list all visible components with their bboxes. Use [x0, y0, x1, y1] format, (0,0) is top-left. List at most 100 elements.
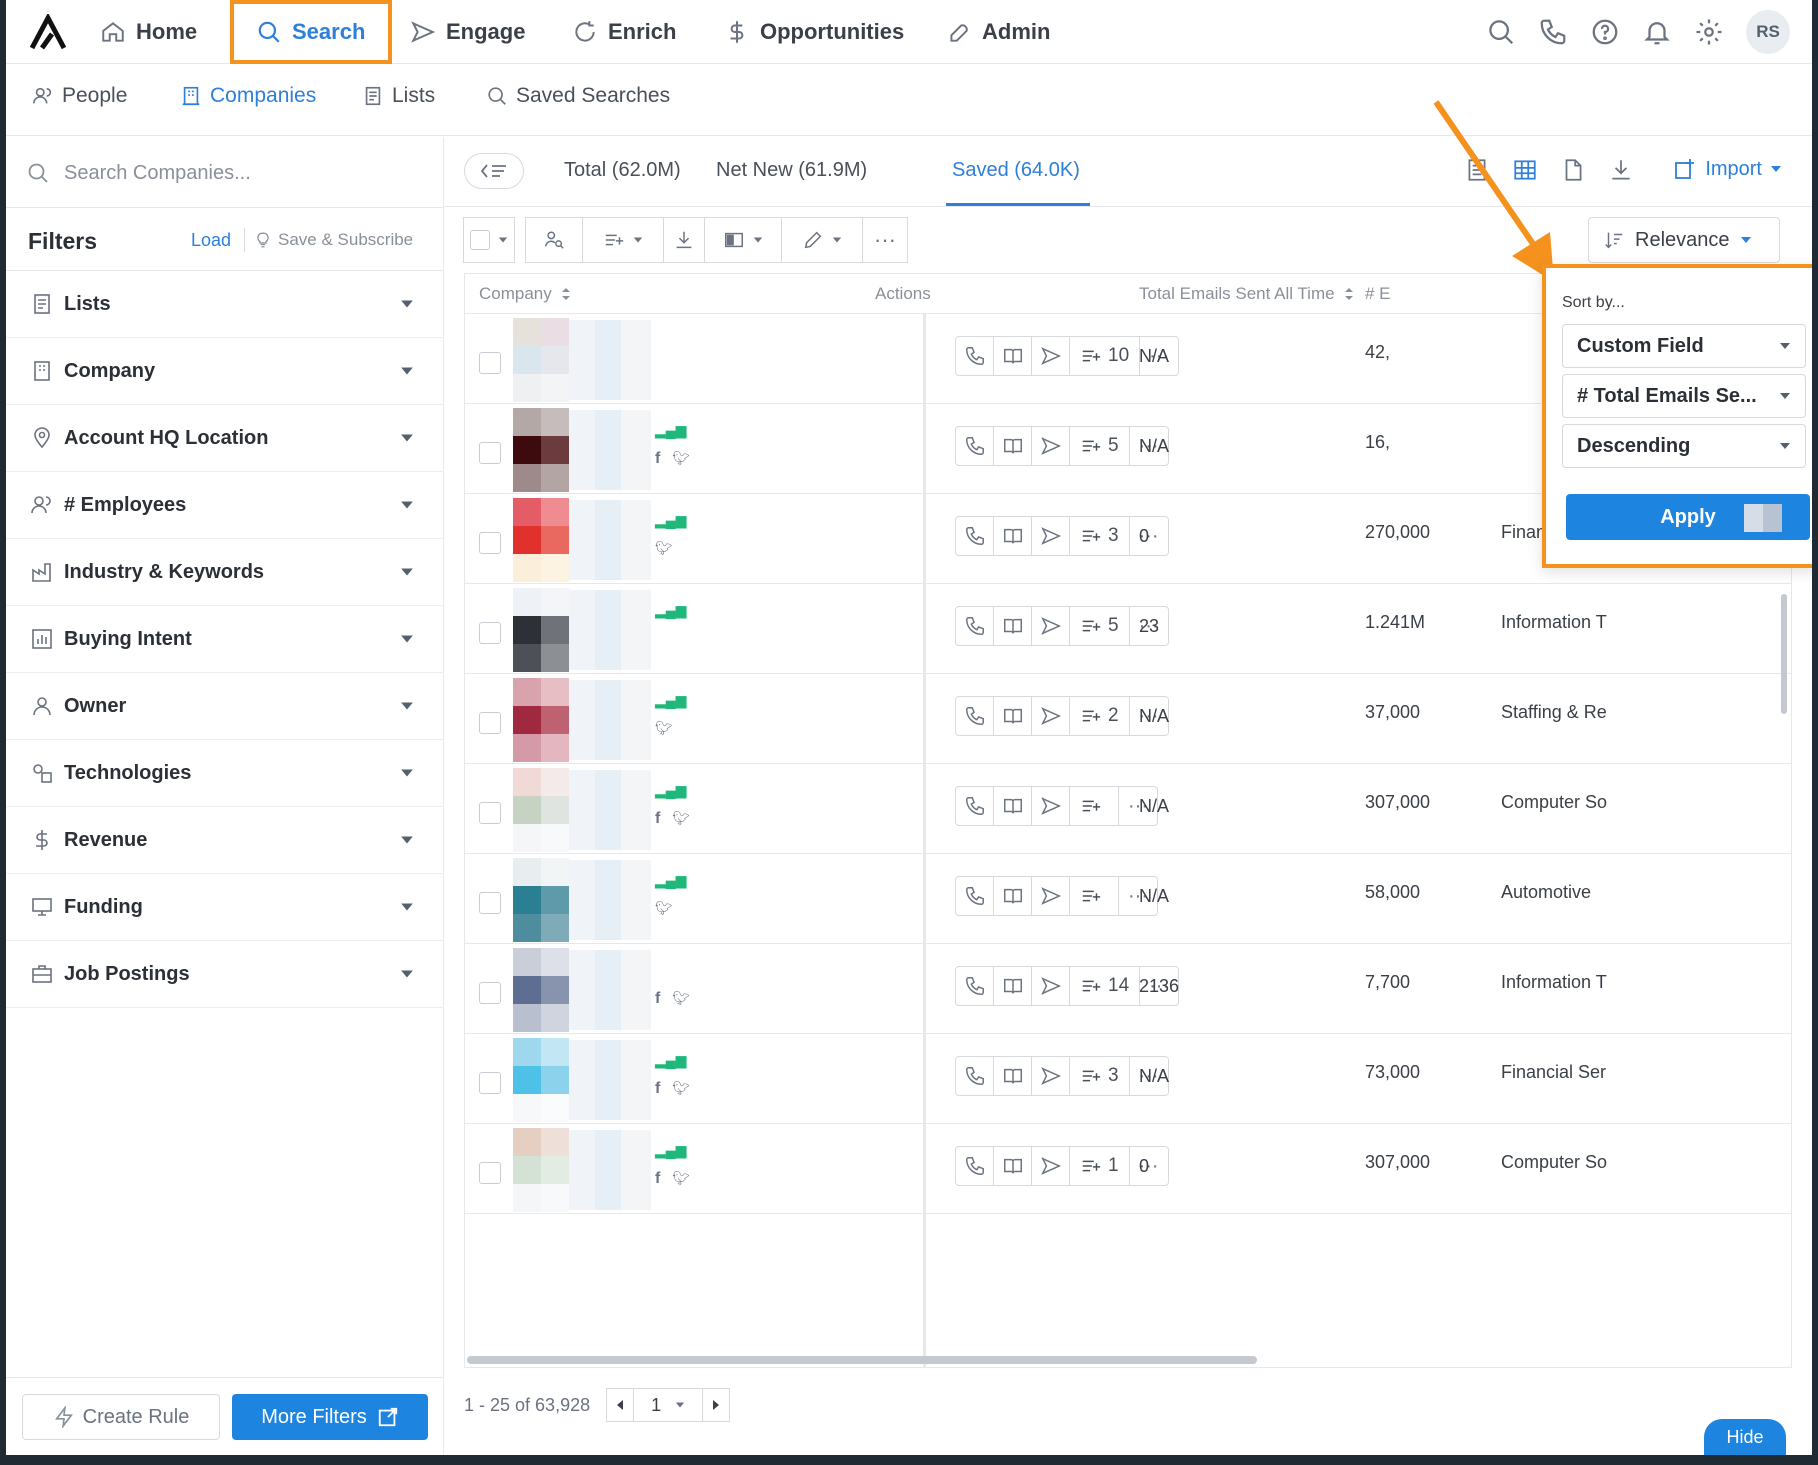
nav-enrich[interactable]: Enrich — [572, 12, 676, 52]
phone-button[interactable] — [956, 337, 994, 375]
sequence-button[interactable]: 14 — [1070, 967, 1141, 1005]
filter-technologies[interactable]: Technologies — [6, 740, 444, 807]
book-button[interactable] — [994, 1147, 1032, 1185]
row-checkbox[interactable] — [479, 712, 501, 734]
book-button[interactable] — [994, 697, 1032, 735]
row-checkbox[interactable] — [479, 352, 501, 374]
phone-button[interactable] — [956, 967, 994, 1005]
load-link[interactable]: Load — [191, 230, 231, 251]
sort-field-type-select[interactable]: Custom Field — [1562, 324, 1806, 368]
row-checkbox[interactable] — [479, 532, 501, 554]
filter-job-postings[interactable]: Job Postings — [6, 941, 444, 1008]
sort-relevance-button[interactable]: Relevance — [1588, 217, 1780, 263]
nav-opportunities[interactable]: Opportunities — [724, 12, 904, 52]
book-button[interactable] — [994, 787, 1032, 825]
vertical-scrollbar[interactable] — [1781, 594, 1787, 714]
edit-dropdown[interactable] — [781, 217, 863, 263]
phone-button[interactable] — [956, 877, 994, 915]
filter-employees[interactable]: # Employees — [6, 472, 444, 539]
facebook-icon[interactable]: f — [655, 450, 660, 468]
subnav-companies[interactable]: Companies — [180, 84, 316, 108]
sequence-button[interactable]: 3 — [1070, 517, 1130, 555]
search-icon[interactable] — [1486, 17, 1516, 47]
book-button[interactable] — [994, 337, 1032, 375]
tab-saved[interactable]: Saved (64.0K) — [952, 159, 1080, 182]
send-button[interactable] — [1032, 787, 1070, 825]
send-button[interactable] — [1032, 967, 1070, 1005]
import-button[interactable]: Import — [1673, 157, 1782, 181]
nav-engage[interactable]: Engage — [410, 12, 525, 52]
book-button[interactable] — [994, 1057, 1032, 1095]
row-checkbox[interactable] — [479, 892, 501, 914]
create-rule-button[interactable]: Create Rule — [22, 1394, 220, 1440]
more-actions-button[interactable]: ··· — [862, 217, 908, 263]
row-checkbox[interactable] — [479, 442, 501, 464]
phone-button[interactable] — [956, 1147, 994, 1185]
book-button[interactable] — [994, 877, 1032, 915]
search-companies-input[interactable]: Search Companies... — [26, 147, 426, 199]
row-checkbox[interactable] — [479, 1072, 501, 1094]
send-button[interactable] — [1032, 337, 1070, 375]
prev-page-button[interactable] — [606, 1388, 635, 1422]
column-employees[interactable]: # E — [1365, 284, 1391, 304]
select-all-dropdown[interactable] — [463, 217, 515, 263]
table-row[interactable]: ▂▄▆ f 🐦︎ 3 ··· N/A 73,000 Financial Ser — [465, 1034, 1791, 1124]
avatar[interactable]: RS — [1746, 10, 1790, 54]
table-row[interactable]: ▂▄▆ 🐦︎ 2 ··· N/A 37,000 Staffing & Re — [465, 674, 1791, 764]
send-button[interactable] — [1032, 877, 1070, 915]
table-row[interactable]: ▂▄▆ f 🐦︎ ··· N/A 307,000 Computer So — [465, 764, 1791, 854]
column-total-emails[interactable]: Total Emails Sent All Time — [1139, 284, 1355, 304]
phone-button[interactable] — [956, 1057, 994, 1095]
add-to-list-dropdown[interactable] — [704, 217, 782, 263]
send-button[interactable] — [1032, 607, 1070, 645]
twitter-icon[interactable]: 🐦︎ — [655, 540, 673, 557]
sequence-button[interactable]: 5 — [1070, 607, 1130, 645]
send-button[interactable] — [1032, 697, 1070, 735]
nav-home[interactable]: Home — [100, 12, 197, 52]
download-icon[interactable] — [1608, 157, 1634, 183]
sequence-button[interactable]: 3 — [1070, 1057, 1130, 1095]
find-people-button[interactable] — [525, 217, 583, 263]
filter-owner[interactable]: Owner — [6, 673, 444, 740]
collapse-filters-button[interactable] — [464, 153, 524, 189]
filter-lists[interactable]: Lists — [6, 271, 444, 338]
filter-industry[interactable]: Industry & Keywords — [6, 539, 444, 606]
page-select[interactable]: 1 — [633, 1388, 704, 1422]
twitter-icon[interactable]: 🐦︎ — [672, 990, 690, 1008]
facebook-icon[interactable]: f — [655, 990, 660, 1008]
filter-funding[interactable]: Funding — [6, 874, 444, 941]
sequence-button[interactable] — [1070, 787, 1119, 825]
sort-field-select[interactable]: # Total Emails Se... — [1562, 374, 1806, 418]
filter-hq-location[interactable]: Account HQ Location — [6, 405, 444, 472]
twitter-icon[interactable]: 🐦︎ — [655, 900, 673, 917]
subnav-saved-searches[interactable]: Saved Searches — [486, 84, 670, 108]
table-row[interactable]: f 🐦︎ 14 ··· 2136 7,700 Information T — [465, 944, 1791, 1034]
tab-net-new[interactable]: Net New (61.9M) — [716, 159, 867, 182]
filter-buying-intent[interactable]: Buying Intent — [6, 606, 444, 673]
sequence-button[interactable]: 2 — [1070, 697, 1130, 735]
facebook-icon[interactable]: f — [655, 1080, 660, 1098]
filter-company[interactable]: Company — [6, 338, 444, 405]
phone-button[interactable] — [956, 427, 994, 465]
twitter-icon[interactable]: 🐦︎ — [672, 450, 690, 468]
apollo-logo-icon[interactable] — [28, 14, 68, 50]
help-icon[interactable] — [1590, 17, 1620, 47]
phone-button[interactable] — [956, 787, 994, 825]
twitter-icon[interactable]: 🐦︎ — [655, 720, 673, 737]
sequence-button[interactable] — [1070, 877, 1119, 915]
twitter-icon[interactable]: 🐦︎ — [672, 1170, 690, 1188]
book-button[interactable] — [994, 967, 1032, 1005]
send-button[interactable] — [1032, 427, 1070, 465]
table-row[interactable]: ▂▄▆ f 🐦︎ 1 ··· 0 307,000 Computer So — [465, 1124, 1791, 1214]
hide-button[interactable]: Hide — [1704, 1419, 1786, 1455]
row-checkbox[interactable] — [479, 622, 501, 644]
horizontal-scrollbar[interactable] — [467, 1356, 1257, 1364]
phone-button[interactable] — [956, 517, 994, 555]
column-company[interactable]: Company — [479, 284, 572, 304]
send-button[interactable] — [1032, 1057, 1070, 1095]
facebook-icon[interactable]: f — [655, 810, 660, 828]
more-filters-button[interactable]: More Filters — [232, 1394, 428, 1440]
subnav-lists[interactable]: Lists — [362, 84, 435, 108]
book-button[interactable] — [994, 517, 1032, 555]
nav-admin[interactable]: Admin — [946, 12, 1050, 52]
